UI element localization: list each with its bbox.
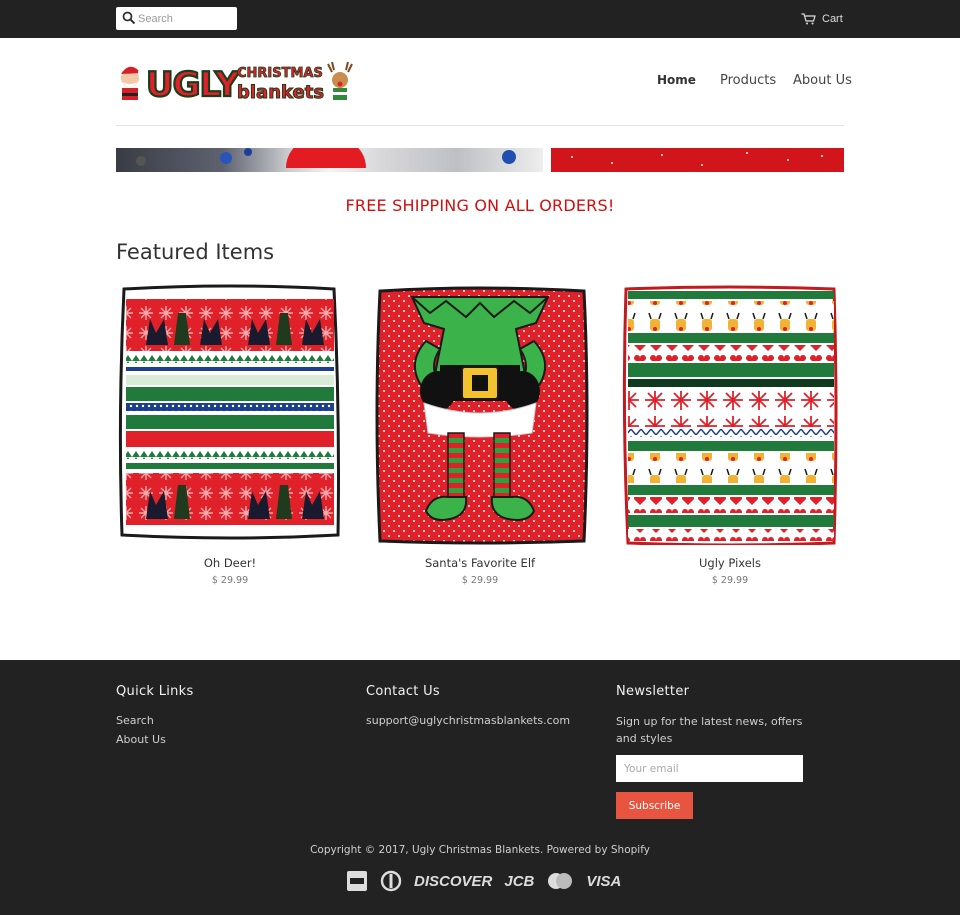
- product-price: $ 29.99: [461, 575, 499, 586]
- contact-us-heading: Contact Us: [366, 684, 440, 699]
- santa-logo-figure: [121, 66, 144, 100]
- newsletter-heading: Newsletter: [616, 684, 690, 699]
- logo-ugly-text: UGLY: [146, 65, 240, 104]
- cart-icon: [801, 13, 816, 25]
- newsletter-description: Sign up for the latest news, offers and …: [616, 715, 803, 745]
- nav-home[interactable]: Home: [657, 73, 696, 87]
- cart-link[interactable]: Cart: [801, 10, 843, 28]
- header-divider: [116, 125, 844, 126]
- jcb-icon: JCB: [504, 872, 535, 890]
- product-card-ugly-pixels[interactable]: Ugly Pixels $ 29.99: [616, 283, 844, 586]
- quick-links-heading: Quick Links: [116, 684, 194, 699]
- diners-club-icon: [380, 870, 402, 892]
- logo-blankets-text: blankets: [237, 82, 324, 103]
- search-icon[interactable]: [122, 11, 136, 25]
- site-logo[interactable]: UGLY CHRISTMAS blankets: [116, 58, 356, 106]
- product-name[interactable]: Oh Deer!: [116, 556, 344, 570]
- logo-christmas-text: CHRISTMAS: [237, 66, 323, 81]
- nav-about-us[interactable]: About Us: [793, 73, 852, 88]
- product-name[interactable]: Santa's Favorite Elf: [366, 556, 594, 570]
- contact-email-link[interactable]: support@uglychristmasblankets.com: [366, 714, 570, 727]
- cart-label: Cart: [822, 13, 843, 25]
- subscribe-button[interactable]: Subscribe: [616, 792, 693, 819]
- copyright-text: Copyright © 2017, Ugly Christmas Blanket…: [310, 844, 650, 856]
- site-footer: Quick Links Search About Us Contact Us s…: [0, 660, 960, 915]
- product-name[interactable]: Ugly Pixels: [616, 556, 844, 570]
- payment-icons: DISCOVER JCB VISA: [346, 870, 633, 892]
- search-box[interactable]: [116, 7, 237, 30]
- featured-items-heading: Featured Items: [116, 240, 275, 264]
- free-shipping-notice: FREE SHIPPING ON ALL ORDERS!: [345, 196, 615, 215]
- top-bar: Cart: [0, 0, 960, 38]
- american-express-icon: [346, 870, 368, 892]
- product-image[interactable]: [366, 283, 594, 551]
- logo-image: UGLY CHRISTMAS blankets: [121, 61, 353, 106]
- nav-products[interactable]: Products: [720, 73, 776, 88]
- banner-image-left: [116, 148, 543, 172]
- product-card-santas-favorite-elf[interactable]: Santa's Favorite Elf $ 29.99: [366, 283, 594, 586]
- product-image[interactable]: [616, 283, 844, 551]
- reindeer-logo-figure: [327, 61, 353, 100]
- banner-image-right: [551, 148, 844, 172]
- hero-banner[interactable]: [116, 148, 844, 172]
- product-card-oh-deer[interactable]: Oh Deer! $ 29.99: [116, 283, 344, 586]
- product-image[interactable]: [116, 283, 344, 551]
- visa-icon: VISA: [586, 872, 622, 890]
- mastercard-icon: [546, 871, 574, 891]
- search-input[interactable]: [138, 7, 234, 30]
- footer-link-about-us[interactable]: About Us: [116, 733, 166, 746]
- product-price: $ 29.99: [711, 575, 749, 586]
- product-price: $ 29.99: [211, 575, 249, 586]
- footer-link-search[interactable]: Search: [116, 714, 154, 727]
- discover-icon: DISCOVER: [414, 872, 493, 890]
- newsletter-email-input[interactable]: [616, 755, 803, 782]
